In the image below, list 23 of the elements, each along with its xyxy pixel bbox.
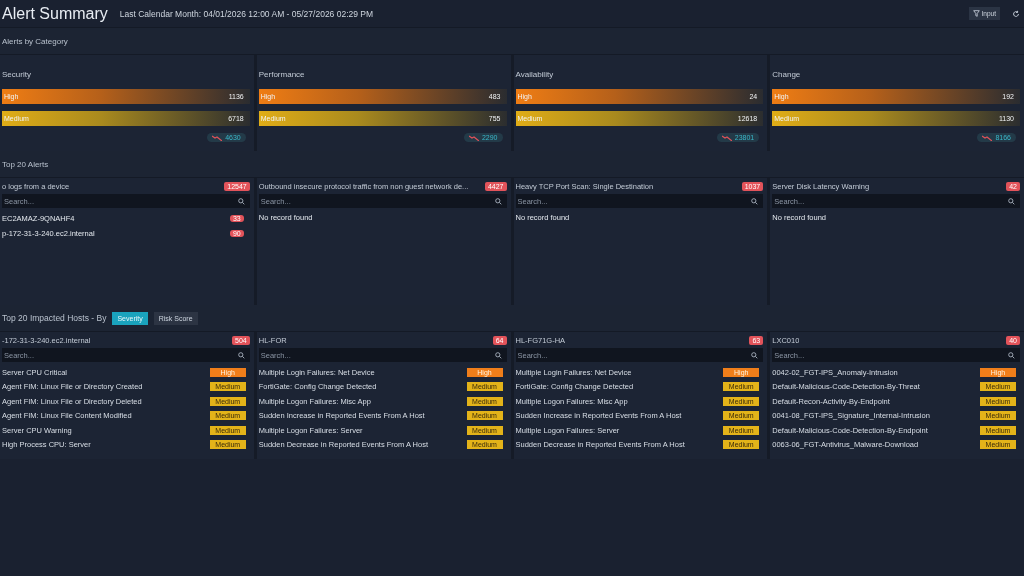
section-title: Top 20 Impacted Hosts - By xyxy=(2,313,107,323)
trend-down-icon xyxy=(212,134,223,141)
category-title: Security xyxy=(2,70,32,79)
refresh-icon[interactable] xyxy=(1012,9,1020,18)
search-icon xyxy=(237,351,245,359)
search-icon xyxy=(494,197,502,205)
date-range: Last Calendar Month: 04/01/2026 12:00 AM - 05/27/2026 02:29 PM xyxy=(119,8,374,19)
search-icon xyxy=(1008,351,1015,359)
category-title: Availability xyxy=(515,70,555,79)
trend-down-icon xyxy=(721,134,732,141)
filter-icon xyxy=(972,10,980,17)
category-title: Performance xyxy=(258,70,306,79)
page-title: Alert Summary xyxy=(2,4,108,23)
section-title: Alerts by Category xyxy=(2,36,68,46)
category-title: Change xyxy=(772,70,802,79)
search-icon xyxy=(1008,197,1015,205)
trend-down-icon xyxy=(468,134,479,141)
search-icon xyxy=(494,351,502,359)
search-icon xyxy=(751,351,759,359)
search-icon xyxy=(751,197,759,205)
search-icon xyxy=(237,197,245,205)
section-title: Top 20 Alerts xyxy=(2,159,49,169)
trend-down-icon xyxy=(982,134,993,141)
